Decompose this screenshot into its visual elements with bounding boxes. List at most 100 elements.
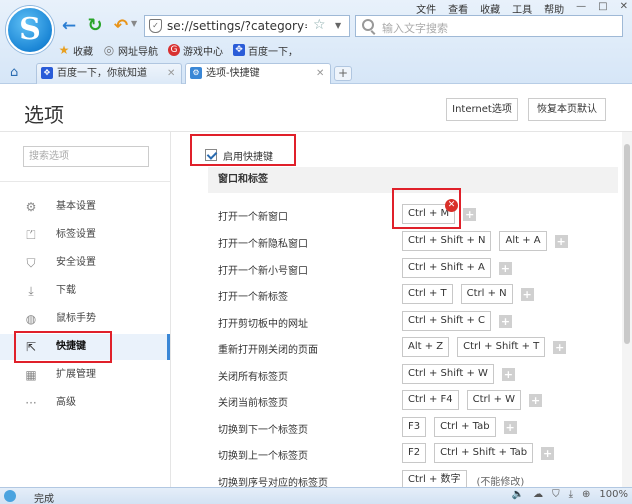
sidebar-item-label: 基本设置 [56, 201, 96, 212]
scrollbar-thumb[interactable] [624, 144, 630, 344]
menu-view[interactable]: 查看 [448, 1, 468, 16]
add-shortcut-button[interactable]: + [541, 446, 555, 460]
shortcut-key[interactable]: Ctrl + Shift + C [402, 311, 491, 331]
shortcut-key[interactable]: Ctrl + Shift + Tab [434, 443, 534, 463]
fav-item-games[interactable]: G 游戏中心 [168, 42, 223, 58]
add-shortcut-button[interactable]: + [498, 314, 512, 328]
shortcut-key[interactable]: Alt + Z [402, 337, 450, 357]
sidebar-item-tabs[interactable]: ⏍ 标签设置 [0, 222, 170, 248]
shortcut-key[interactable]: Ctrl + Shift + N [402, 231, 492, 251]
shortcut-key[interactable]: Ctrl + Shift + T [457, 337, 546, 357]
shortcut-row: 打开一个新小号窗口 Ctrl + Shift + A + [208, 255, 618, 281]
bookmark-star-icon[interactable]: ☆ [313, 17, 326, 33]
address-dropdown-icon[interactable]: ▼ [335, 21, 341, 30]
shortcut-key[interactable]: Ctrl + Shift + A [402, 258, 491, 278]
sidebar-item-mouse-gesture[interactable]: ◍ 鼠标手势 [0, 306, 170, 332]
add-shortcut-button[interactable]: + [503, 420, 517, 434]
download-status-icon[interactable]: ⤓ [569, 489, 573, 500]
add-shortcut-button[interactable]: + [501, 367, 515, 381]
browser-logo[interactable]: S [6, 6, 54, 54]
shortcut-action: 关闭当前标签页 [218, 398, 288, 409]
cloud-icon[interactable]: ☁ [533, 489, 543, 500]
sidebar-item-label: 快捷键 [56, 341, 86, 352]
zoom-level[interactable]: 100% [599, 489, 628, 500]
enable-shortcuts-checkbox[interactable] [205, 149, 217, 161]
menu-bar: 文件 查看 收藏 工具 帮助 — □ ✕ [404, 1, 628, 16]
new-tab-button[interactable]: + [334, 66, 352, 81]
fav-item-collect[interactable]: ★ 收藏 [58, 42, 93, 58]
address-url[interactable]: se://settings/?category=sho [167, 19, 307, 33]
shortcut-key[interactable]: Ctrl + N [460, 284, 513, 304]
shield-status-icon[interactable]: ⛉ [552, 489, 560, 500]
home-icon[interactable]: ⌂ [10, 65, 18, 80]
tab-title: 百度一下，你就知道 [57, 68, 147, 79]
content-scrollbar[interactable] [622, 132, 632, 487]
shortcut-action: 切换到序号对应的标签页 [218, 478, 328, 487]
zoom-icon[interactable]: ⊕ [582, 489, 590, 500]
back-button[interactable]: ← [58, 15, 80, 37]
close-icon[interactable]: ✕ [620, 1, 628, 15]
undo-button[interactable]: ↶ [110, 15, 132, 37]
shortcut-key[interactable]: Alt + A [499, 231, 547, 251]
sidebar-item-download[interactable]: ⤓ 下载 [0, 278, 170, 304]
menu-help[interactable]: 帮助 [544, 1, 564, 16]
undo-dropdown-icon[interactable]: ▼ [131, 19, 137, 28]
sidebar-item-security[interactable]: ⛉ 安全设置 [0, 250, 170, 276]
sidebar-item-advanced[interactable]: ··· 高级 [0, 390, 170, 416]
shortcut-key[interactable]: Ctrl + T [402, 284, 453, 304]
menu-favorites[interactable]: 收藏 [480, 1, 500, 16]
maximize-icon[interactable]: □ [598, 1, 607, 15]
shortcut-row: 关闭所有标签页 Ctrl + Shift + W + [208, 361, 618, 387]
tab-close-icon[interactable]: ✕ [316, 64, 324, 83]
restore-defaults-button[interactable]: 恢复本页默认 [528, 98, 606, 121]
tab-baidu[interactable]: ✥ 百度一下，你就知道 ✕ [36, 63, 182, 84]
sidebar-item-extensions[interactable]: ▦ 扩展管理 [0, 362, 170, 388]
more-icon: ··· [25, 396, 37, 410]
add-shortcut-button[interactable]: + [498, 261, 512, 275]
options-search-input[interactable] [23, 146, 149, 167]
globe-icon: ◎ [103, 43, 115, 57]
settings-tab-icon: ⚙ [190, 67, 202, 79]
add-shortcut-button[interactable]: + [554, 234, 568, 248]
delete-shortcut-icon[interactable]: ✕ [445, 199, 458, 212]
minimize-icon[interactable]: — [576, 1, 586, 15]
shield-icon: ✓ [149, 19, 162, 33]
menu-tools[interactable]: 工具 [512, 1, 532, 16]
shortcut-key[interactable]: Ctrl + W [466, 390, 522, 410]
baidu-icon: ✥ [41, 67, 53, 79]
shortcut-row: 打开一个新标签 Ctrl + T Ctrl + N + [208, 281, 618, 307]
address-bar[interactable]: ✓ se://settings/?category=sho ☆ ▼ [144, 15, 350, 37]
add-shortcut-button[interactable]: + [463, 207, 477, 221]
shortcut-key[interactable]: F3 [402, 417, 427, 437]
enable-shortcuts-label: 启用快捷键 [223, 151, 273, 163]
add-shortcut-button[interactable]: + [529, 393, 543, 407]
refresh-button[interactable]: ↻ [84, 15, 106, 37]
add-shortcut-button[interactable]: + [553, 340, 567, 354]
extension-icon: ▦ [25, 368, 37, 382]
search-placeholder[interactable]: 输入文字搜索 [382, 20, 448, 36]
fav-item-nav[interactable]: ◎ 网址导航 [103, 42, 158, 58]
shortcut-row: 打开剪切板中的网址 Ctrl + Shift + C + [208, 308, 618, 334]
shortcut-key[interactable]: Ctrl + Shift + W [402, 364, 494, 384]
status-globe-icon [4, 490, 16, 502]
internet-options-button[interactable]: Internet选项 [446, 98, 518, 121]
shortcut-key[interactable]: F2 [402, 443, 427, 463]
tab-settings[interactable]: ⚙ 选项-快捷键 ✕ [185, 63, 331, 84]
shortcut-row: 关闭当前标签页 Ctrl + F4 Ctrl + W + [208, 387, 618, 413]
tab-close-icon[interactable]: ✕ [167, 64, 175, 83]
shortcut-key[interactable]: Ctrl + F4 [402, 390, 459, 410]
shortcut-key[interactable]: Ctrl + 数字 [402, 470, 467, 487]
add-shortcut-button[interactable]: + [520, 287, 534, 301]
shortcut-key[interactable]: Ctrl + Tab [434, 417, 496, 437]
tab-bar: ⌂ ✥ 百度一下，你就知道 ✕ ⚙ 选项-快捷键 ✕ + [0, 62, 632, 84]
speaker-icon[interactable]: 🔈 [512, 489, 524, 500]
search-box[interactable]: 输入文字搜索 [355, 15, 623, 37]
fav-item-baidu[interactable]: ✥ 百度一下， [233, 42, 298, 58]
enable-shortcuts-row[interactable]: 启用快捷键 [205, 147, 273, 163]
fav-label: 百度一下， [248, 46, 298, 58]
sidebar-item-basic[interactable]: ⚙ 基本设置 [0, 194, 170, 220]
sidebar-item-shortcuts[interactable]: ⇱ 快捷键 [0, 334, 170, 360]
shortcut-icon: ⇱ [25, 340, 37, 354]
shortcut-action: 关闭所有标签页 [218, 372, 288, 383]
menu-file[interactable]: 文件 [416, 1, 436, 16]
